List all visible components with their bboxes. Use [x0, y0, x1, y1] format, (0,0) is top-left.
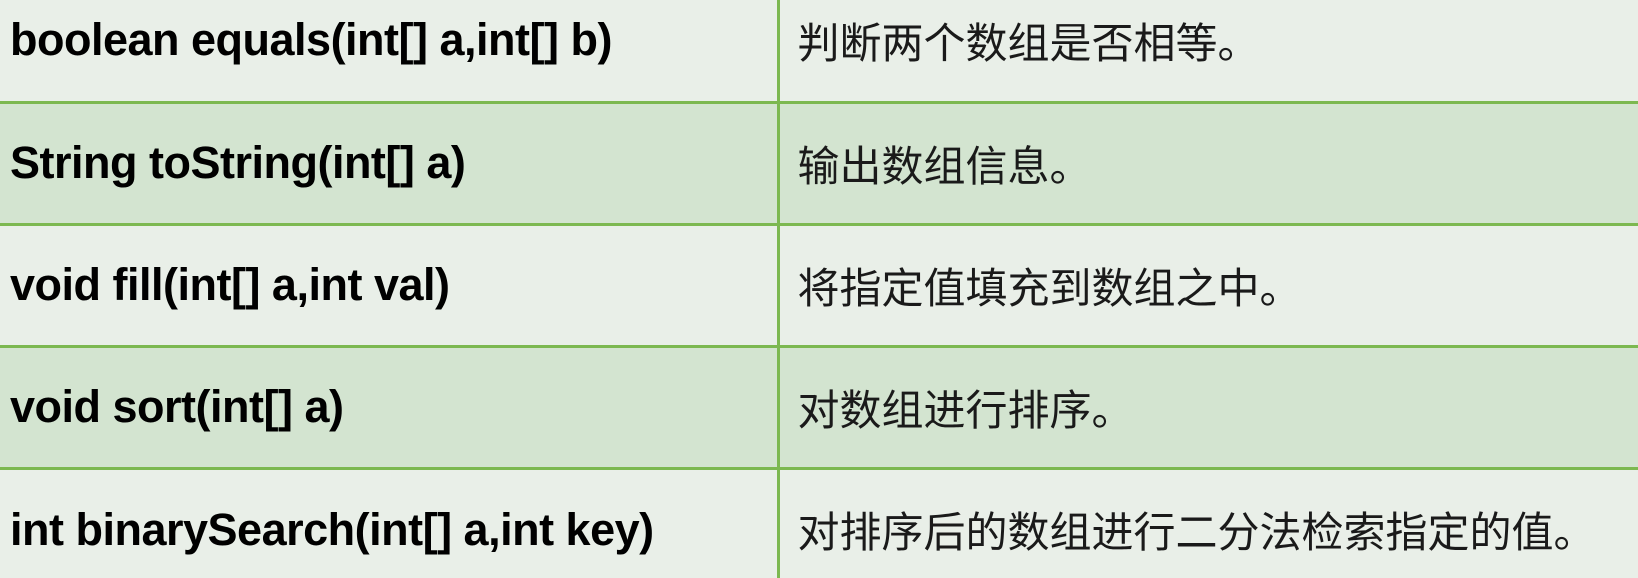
method-cell: void fill(int[] a,int val) [0, 222, 780, 348]
table-row: void sort(int[] a) 对数组进行排序。 [0, 344, 1638, 470]
description-cell: 将指定值填充到数组之中。 [776, 222, 1638, 348]
method-cell: String toString(int[] a) [0, 100, 780, 226]
method-signature: int binarySearch(int[] a,int key) [10, 503, 654, 555]
method-description: 判断两个数组是否相等。 [797, 18, 1260, 68]
method-description: 对数组进行排序。 [797, 385, 1134, 435]
method-signature: String toString(int[] a) [10, 137, 466, 188]
table-row: void fill(int[] a,int val) 将指定值填充到数组之中。 [0, 222, 1638, 348]
description-cell: 对排序后的数组进行二分法检索指定的值。 [776, 466, 1638, 578]
method-description: 对排序后的数组进行二分法检索指定的值。 [797, 508, 1596, 558]
description-cell: 判断两个数组是否相等。 [776, 0, 1638, 104]
table-row: String toString(int[] a) 输出数组信息。 [0, 100, 1638, 226]
method-signature: boolean equals(int[] a,int[] b) [10, 14, 612, 66]
description-cell: 输出数组信息。 [776, 100, 1638, 226]
method-cell: boolean equals(int[] a,int[] b) [0, 0, 780, 104]
table-row: boolean equals(int[] a,int[] b) 判断两个数组是否… [0, 0, 1638, 104]
method-signature: void fill(int[] a,int val) [10, 259, 450, 310]
method-description: 输出数组信息。 [797, 141, 1092, 191]
method-signature: void sort(int[] a) [10, 381, 344, 432]
method-cell: void sort(int[] a) [0, 344, 780, 470]
arrays-method-table-container: boolean equals(int[] a,int[] b) 判断两个数组是否… [0, 0, 1638, 578]
description-cell: 对数组进行排序。 [776, 344, 1638, 470]
arrays-method-table: boolean equals(int[] a,int[] b) 判断两个数组是否… [0, 0, 1638, 578]
table-row: int binarySearch(int[] a,int key) 对排序后的数… [0, 466, 1638, 578]
method-cell: int binarySearch(int[] a,int key) [0, 466, 780, 578]
method-description: 将指定值填充到数组之中。 [797, 263, 1302, 313]
